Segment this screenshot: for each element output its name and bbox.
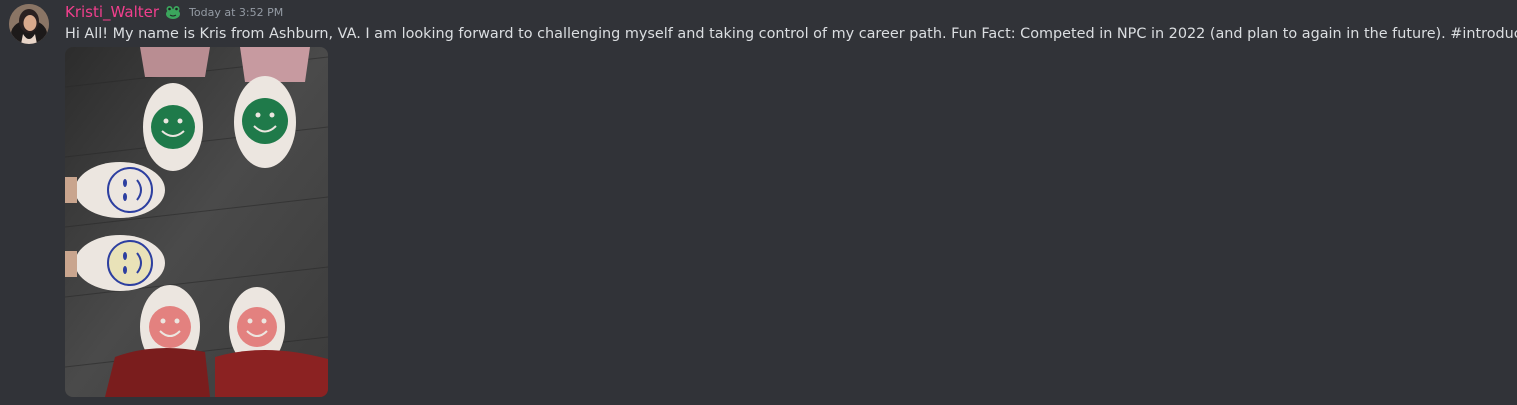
username[interactable]: Kristi_Walter bbox=[65, 3, 159, 21]
message-text: Hi All! My name is Kris from Ashburn, VA… bbox=[65, 26, 1517, 42]
avatar[interactable] bbox=[9, 4, 49, 44]
green-slipper-left bbox=[143, 83, 203, 171]
image-attachment[interactable] bbox=[65, 47, 328, 397]
frog-icon[interactable] bbox=[164, 3, 182, 21]
timestamp[interactable]: Today at 3:52 PM bbox=[189, 6, 283, 19]
chat-message: Kristi_Walter Today at 3:52 PM Hi All! M… bbox=[0, 0, 1517, 405]
green-slipper-right bbox=[234, 76, 296, 168]
message-header: Kristi_Walter Today at 3:52 PM bbox=[65, 1, 283, 23]
